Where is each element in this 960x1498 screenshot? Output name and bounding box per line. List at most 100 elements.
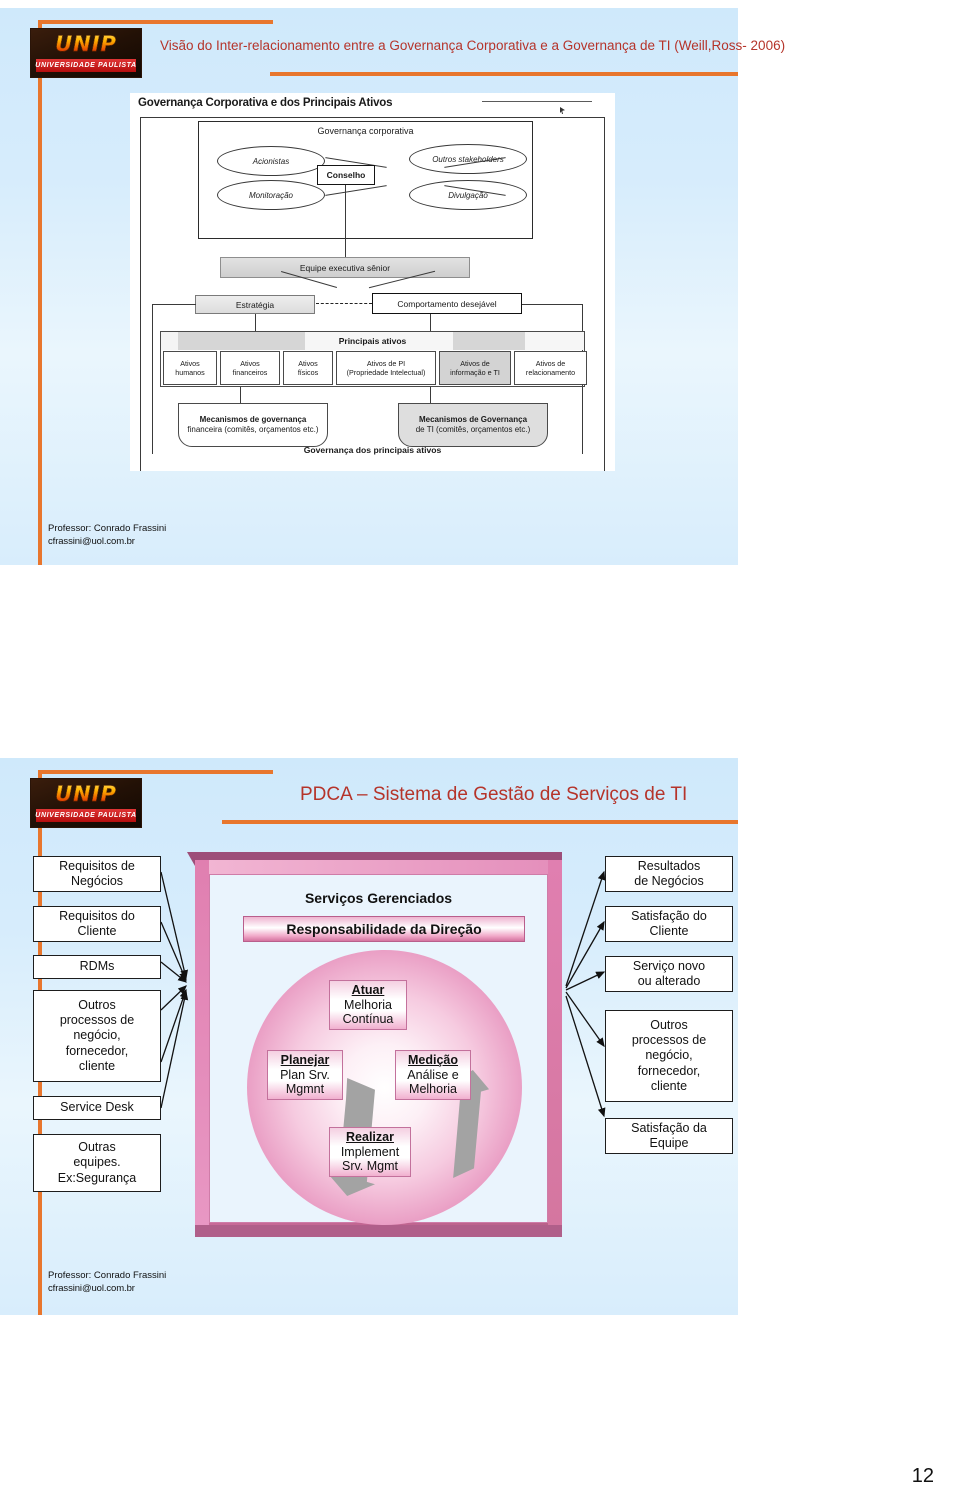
node-line: negócio, [73,1028,121,1043]
asset-line2: informação e TI [450,368,500,377]
mechanism-line1: Mecanismos de Governança [418,414,528,424]
slide2-footer: Professor: Conrado Frassini cfrassini@uo… [48,1270,166,1296]
unip-logo-wordmark: UNIP [31,782,141,806]
mouse-cursor-icon [560,107,565,114]
node-line: fornecedor, [637,1063,701,1078]
ellipse-acionistas: Acionistas [217,146,325,176]
node-line: de Negócios [634,874,704,888]
unip-logo-wordmark: UNIP [31,32,141,56]
output-resultados-negocios: Resultados de Negócios [605,856,733,892]
desired-behavior-box: Comportamento desejável [372,293,522,314]
node-line: Serviço novo [632,958,706,973]
node-line: Satisfação da [631,1120,707,1135]
footer-email: cfrassini@uol.com.br [48,1282,135,1294]
slide1-accent-vertical [38,20,42,565]
node-line: Srv. Mgmt [341,1159,399,1174]
asset-line2: físicos [297,368,319,377]
node-line: Contínua [342,1012,394,1027]
input-requisitos-cliente: Requisitos do Cliente [33,906,161,942]
mechanism-financeira: Mecanismos de governança financeira (com… [178,403,328,447]
asset-relacionamento: Ativos de relacionamento [514,351,587,385]
node-line: Melhoria [344,997,392,1012]
node-heading: Realizar [346,1129,394,1144]
node-line: ou alterado [637,974,701,988]
frame-pink-border: Serviços Gerenciados Responsabilidade da… [195,860,562,1237]
node-line: RDMs [79,959,115,974]
node-line: negócio, [645,1048,693,1063]
node-heading: Medição [407,1052,458,1067]
cycle-node-medicao: Medição Análise e Melhoria [395,1050,471,1100]
board-box: Conselho [317,165,375,185]
connector-line-vertical [345,185,346,257]
slide1-footer: Professor: Conrado Frassini cfrassini@uo… [48,523,166,549]
node-line: Outros [650,1017,688,1032]
strategy-behavior-dashed-link [316,303,372,304]
figure-caption: Governança Corporativa e dos Principais … [138,97,393,109]
slide1-accent-top [38,20,273,24]
node-line: Equipe [649,1136,689,1150]
output-satisfacao-equipe: Satisfação da Equipe [605,1118,733,1154]
node-line: Negócios [70,874,124,888]
connector-line [430,314,431,332]
executive-team-box: Equipe executiva sênior [220,257,470,278]
slide2-accent-underline [222,820,738,824]
asset-informacao-ti: Ativos de informação e TI [439,351,511,385]
unip-logo: UNIP UNIVERSIDADE PAULISTA [30,778,142,828]
node-line: Implement [340,1144,400,1159]
cycle-node-atuar: Atuar Melhoria Contínua [329,980,407,1030]
node-line: Análise e [407,1067,459,1082]
slide-governanca-corporativa: UNIP UNIVERSIDADE PAULISTA Visão do Inte… [0,8,785,565]
asset-humanos: Ativos humanos [163,351,217,385]
node-line: fornecedor, [65,1043,129,1058]
frame-bevel-bottom [195,1225,562,1237]
managed-services-frame: Serviços Gerenciados Responsabilidade da… [187,852,562,1237]
slide2-accent-top [38,770,273,774]
management-responsibility-bar: Responsabilidade da Direção [243,916,525,942]
asset-line1: Ativos de [460,359,490,368]
asset-line1: Ativos [240,359,260,368]
connector-line [152,304,153,454]
ellipse-outros-stakeholders: Outros stakeholders [409,144,527,174]
input-service-desk: Service Desk [33,1096,161,1120]
footer-professor: Professor: Conrado Frassini [48,523,167,534]
input-rdms: RDMs [33,955,161,979]
node-line: Mgmnt [285,1082,325,1097]
asset-line1: Ativos [180,359,200,368]
unip-logo-subtitle: UNIVERSIDADE PAULISTA [35,809,136,822]
footer-email: cfrassini@uol.com.br [48,535,135,547]
strategy-box: Estratégia [195,295,315,314]
principal-assets-row: Ativos humanos Ativos financeiros Ativos… [163,351,587,385]
cycle-node-realizar: Realizar Implement Srv. Mgmt [329,1127,411,1177]
figure-top-rule [482,101,592,102]
pdca-diagram: Requisitos de Negócios Requisitos do Cli… [0,850,738,1250]
mechanism-line1: Mecanismos de governança [199,414,307,424]
slide-pdca: UNIP UNIVERSIDADE PAULISTA PDCA – Sistem… [0,758,738,1315]
output-satisfacao-cliente: Satisfação do Cliente [605,906,733,942]
node-line: Service Desk [60,1100,134,1115]
presentation-page: UNIP UNIVERSIDADE PAULISTA Visão do Inte… [0,0,960,1498]
managed-services-title: Serviços Gerenciados [304,890,453,906]
principal-assets-group: Principais ativos Ativos humanos Ativos … [160,331,587,387]
asset-line2: (Propriedade Intelectual) [346,368,426,377]
unip-logo: UNIP UNIVERSIDADE PAULISTA [30,28,142,78]
unip-logo-subtitle: UNIVERSIDADE PAULISTA [35,59,136,72]
cycle-node-planejar: Planejar Plan Srv. Mgmnt [267,1050,343,1100]
node-line: cliente [78,1058,116,1073]
slide2-title: PDCA – Sistema de Gestão de Serviços de … [300,784,688,805]
output-servico-novo: Serviço novo ou alterado [605,956,733,992]
node-heading: Atuar [351,982,385,997]
node-heading: Planejar [280,1052,330,1067]
footer-professor: Professor: Conrado Frassini [48,1270,167,1281]
asset-line2: relacionamento [525,368,576,377]
slide1-accent-underline [270,72,738,76]
connector-line [325,185,387,196]
output-outros-processos: Outros processos de negócio, fornecedor,… [605,1010,733,1102]
mechanism-line2: financeira (comitês, orçamentos etc.) [187,425,319,434]
mechanism-line2: de TI (comitês, orçamentos etc.) [415,425,531,434]
asset-line2: financeiros [232,368,268,377]
node-line: processos de [59,1013,135,1028]
asset-pi: Ativos de PI (Propriedade Intelectual) [336,351,436,385]
asset-line2: humanos [175,368,205,377]
node-line: cliente [650,1078,688,1093]
connector-line [522,304,582,305]
